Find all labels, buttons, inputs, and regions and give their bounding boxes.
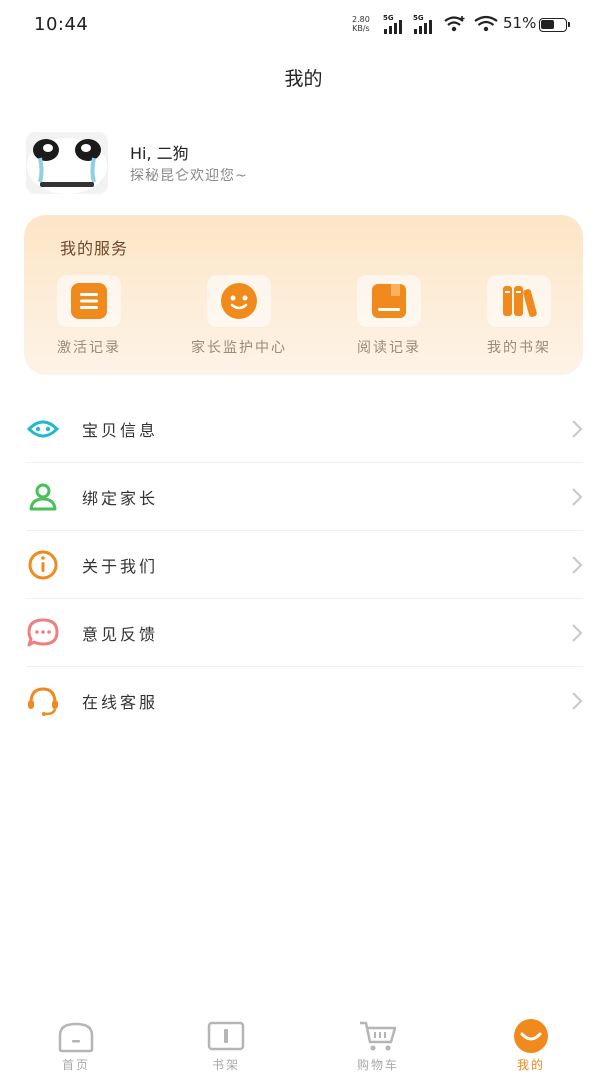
signal-1-icon: 5G [383,14,407,40]
service-tile [207,275,271,327]
menu-item-bind-parent[interactable]: 绑定家长 [0,463,607,531]
tab-home[interactable]: 首页 [16,1012,136,1080]
settings-menu: 宝贝信息 绑定家长 关于我们 意见反馈 在线客服 [0,395,607,735]
status-time: 10:44 [34,14,89,35]
menu-item-feedback[interactable]: 意见反馈 [0,599,607,667]
headset-icon [28,687,58,716]
chevron-right-icon [572,624,583,642]
chevron-right-icon [572,488,583,506]
service-activation-records[interactable]: 激活记录 [19,275,159,365]
home-icon [58,1022,94,1053]
signal-2-icon: 5G [413,14,437,40]
page-title: 我的 [284,68,323,90]
service-parent-center[interactable]: 家长监护中心 [169,275,309,365]
profile-smile-icon [514,1019,548,1053]
status-bar: 10:44 2.80 KB/s 5G 5G 51% [0,0,607,52]
avatar[interactable] [26,132,108,194]
menu-item-baby-info[interactable]: 宝贝信息 [0,395,607,463]
list-icon [71,283,107,319]
baby-face-icon [26,420,60,438]
welcome-subtitle: 探秘昆仑欢迎您~ [130,168,248,184]
book-open-icon [207,1021,245,1051]
services-title: 我的服务 [60,239,129,258]
chevron-right-icon [572,556,583,574]
battery-percent: 51% [503,14,537,32]
wifi-plus-icon [444,16,465,32]
network-speed: 2.80 KB/s [352,15,370,33]
my-services-card: 我的服务 激活记录 家长监护中心 阅读记录 我的书架 [24,215,583,375]
service-tile [57,275,121,327]
book-icon [372,284,406,318]
tab-mine[interactable]: 我的 [471,1012,591,1080]
greeting-text: Hi, 二狗 [130,144,189,163]
service-my-bookshelf[interactable]: 我的书架 [449,275,589,365]
chat-bubble-icon [27,618,59,647]
chevron-right-icon [572,692,583,710]
wifi-icon [474,15,498,32]
bottom-tab-bar: 首页 书架 购物车 我的 [0,1012,607,1080]
tab-bookshelf[interactable]: 书架 [166,1012,286,1080]
service-reading-records[interactable]: 阅读记录 [319,275,459,365]
smile-face-icon [221,283,257,319]
info-icon [28,550,58,580]
service-tile [487,275,551,327]
battery-icon [539,18,570,32]
bookshelf-icon [503,286,537,317]
menu-item-about-us[interactable]: 关于我们 [0,531,607,599]
cart-icon [360,1021,397,1051]
menu-item-online-support[interactable]: 在线客服 [0,667,607,735]
user-icon [29,483,57,511]
service-tile [357,275,421,327]
tab-cart[interactable]: 购物车 [318,1012,438,1080]
chevron-right-icon [572,420,583,438]
